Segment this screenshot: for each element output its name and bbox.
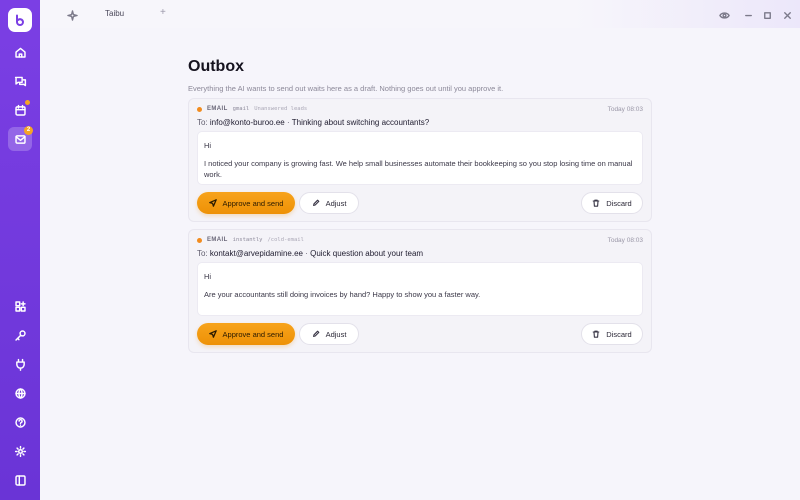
draft-recipient-line: To: kontakt@arvepidamine.ee · Quick ques…: [197, 249, 423, 258]
draft-list: /cold-email: [267, 237, 304, 243]
draft-meta: EMAIL instantly /cold-email: [197, 237, 304, 243]
key-icon: [14, 329, 26, 341]
draft-kind: EMAIL: [207, 237, 228, 243]
main-content: Outbox Everything the AI wants to send o…: [40, 28, 800, 500]
preview-button[interactable]: [719, 8, 730, 19]
draft-message: I noticed your company is growing fast. …: [204, 158, 633, 180]
maximize-button[interactable]: [762, 8, 773, 19]
status-dot: [197, 106, 202, 112]
page-title: Outbox: [188, 58, 244, 75]
trash-icon: [592, 199, 600, 207]
approve-and-send-button[interactable]: Approve and send: [197, 323, 295, 345]
draft-greeting: Hi: [204, 141, 212, 150]
page-subtitle: Everything the AI wants to send out wait…: [188, 84, 504, 93]
nav-keys[interactable]: [8, 323, 32, 347]
separator: ·: [286, 118, 290, 127]
plug-icon: [15, 358, 25, 371]
titlebar: Taibu +: [40, 0, 800, 28]
adjust-label: Adjust: [325, 329, 347, 339]
draft-subject: Thinking about switching accountants?: [291, 118, 430, 127]
adjust-button[interactable]: Adjust: [299, 192, 359, 214]
to-label: To:: [197, 118, 208, 127]
send-icon: [208, 199, 217, 207]
calendar-icon: [14, 104, 26, 116]
nav-chat[interactable]: [8, 69, 32, 93]
pencil-icon: [312, 330, 319, 337]
nav-outbox[interactable]: 2: [8, 126, 33, 151]
minimize-button[interactable]: [743, 8, 754, 19]
draft-card: EMAIL instantly /cold-email Today 08:03 …: [188, 229, 652, 353]
discard-button[interactable]: Discard: [581, 323, 643, 345]
discard-label: Discard: [606, 329, 632, 339]
app-logo[interactable]: [8, 8, 32, 32]
draft-body: Hi Are your accountants still doing invo…: [197, 262, 643, 316]
draft-source: instantly: [232, 237, 263, 243]
discard-button[interactable]: Discard: [581, 192, 643, 214]
draft-body: Hi I noticed your company is growing fas…: [197, 131, 643, 185]
logo-icon: [16, 14, 25, 26]
calendar-notification-dot: [25, 100, 30, 105]
draft-message: Are your accountants still doing invoice…: [204, 289, 481, 299]
send-icon: [208, 330, 217, 338]
home-icon: [14, 47, 26, 58]
draft-list: Unanswered leads: [254, 106, 308, 112]
draft-time: Today 08:03: [607, 106, 643, 113]
draft-greeting: Hi: [204, 272, 212, 281]
draft-card: EMAIL gmail Unanswered leads Today 08:03…: [188, 98, 652, 222]
chat-icon: [14, 76, 26, 86]
apps-icon: [14, 300, 26, 312]
sidebar: 2: [0, 0, 40, 500]
inbox-icon: [14, 134, 26, 144]
nav-apps[interactable]: [8, 294, 32, 318]
tab-taibu[interactable]: Taibu: [105, 9, 124, 18]
outbox-count-badge: 2: [24, 126, 33, 135]
adjust-label: Adjust: [325, 198, 347, 208]
draft-source: gmail: [232, 106, 250, 112]
recipient-email: kontakt@arvepidamine.ee: [209, 249, 303, 258]
nav-settings[interactable]: [8, 439, 32, 463]
close-button[interactable]: [782, 8, 793, 19]
nav-help[interactable]: [8, 410, 32, 434]
draft-meta: EMAIL gmail Unanswered leads: [197, 106, 307, 112]
trash-icon: [592, 330, 600, 338]
to-label: To:: [197, 249, 208, 258]
approve-label: Approve and send: [222, 198, 284, 208]
nav-web[interactable]: [8, 381, 32, 405]
nav-toggle-sidebar[interactable]: [8, 468, 32, 492]
adjust-button[interactable]: Adjust: [299, 323, 359, 345]
nav-home[interactable]: [8, 40, 32, 64]
separator: ·: [305, 249, 308, 258]
draft-recipient-line: To: info@konto-buroo.ee · Thinking about…: [197, 118, 429, 127]
status-dot: [197, 237, 202, 243]
close-icon: [784, 12, 791, 19]
help-icon: [14, 416, 26, 428]
approve-and-send-button[interactable]: Approve and send: [197, 192, 295, 214]
recipient-email: info@konto-buroo.ee: [209, 118, 285, 127]
gear-icon: [14, 445, 26, 457]
minimize-icon: [745, 14, 752, 17]
nav-integrations[interactable]: [8, 352, 32, 376]
maximize-icon: [764, 12, 771, 19]
draft-time: Today 08:03: [607, 237, 643, 244]
draft-kind: EMAIL: [207, 106, 228, 112]
sparkle-button[interactable]: [67, 8, 78, 21]
eye-icon: [719, 12, 730, 19]
discard-label: Discard: [606, 198, 632, 208]
sparkle-icon: [67, 10, 78, 21]
draft-subject: Quick question about your team: [310, 249, 424, 258]
pencil-icon: [312, 199, 319, 206]
sidebar-toggle-icon: [14, 474, 26, 486]
add-tab-button[interactable]: +: [160, 7, 166, 18]
nav-calendar[interactable]: [8, 98, 32, 122]
approve-label: Approve and send: [222, 329, 284, 339]
globe-icon: [14, 387, 26, 399]
